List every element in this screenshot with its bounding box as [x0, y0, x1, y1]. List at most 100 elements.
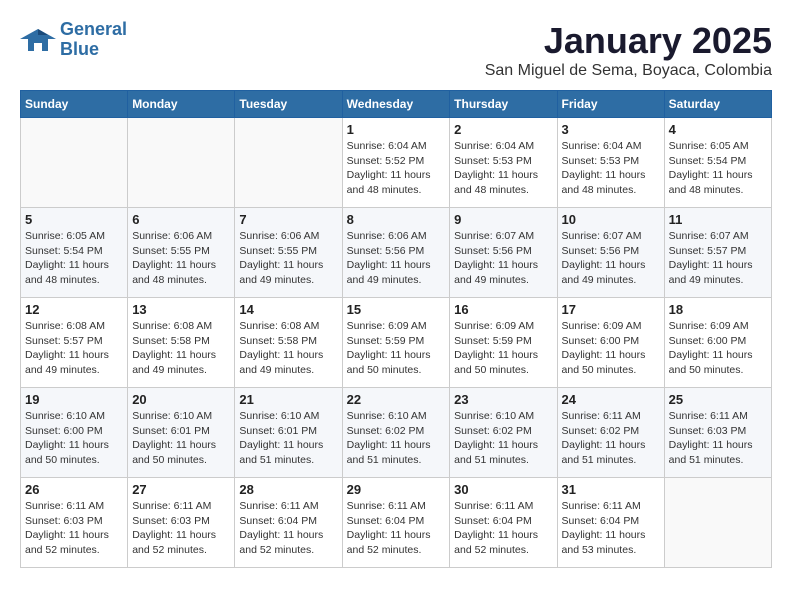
page-header: General Blue January 2025 San Miguel de … [20, 20, 772, 80]
logo: General Blue [20, 20, 127, 60]
day-number: 5 [25, 212, 123, 227]
calendar-week-row: 26 Sunrise: 6:11 AMSunset: 6:03 PMDayligh… [21, 478, 772, 568]
calendar-cell: 29 Sunrise: 6:11 AMSunset: 6:04 PMDayligh… [342, 478, 450, 568]
day-number: 11 [669, 212, 767, 227]
weekday-header: Tuesday [235, 91, 342, 118]
calendar-cell [664, 478, 771, 568]
cell-details: Sunrise: 6:07 AMSunset: 5:56 PMDaylight:… [454, 229, 552, 288]
calendar-cell: 5 Sunrise: 6:05 AMSunset: 5:54 PMDaylight… [21, 208, 128, 298]
day-number: 12 [25, 302, 123, 317]
calendar-cell: 18 Sunrise: 6:09 AMSunset: 6:00 PMDayligh… [664, 298, 771, 388]
calendar-cell: 9Sunrise: 6:07 AMSunset: 5:56 PMDaylight… [450, 208, 557, 298]
calendar-cell: 1Sunrise: 6:04 AMSunset: 5:52 PMDaylight… [342, 118, 450, 208]
cell-details: Sunrise: 6:10 AMSunset: 6:02 PMDaylight:… [454, 409, 552, 468]
day-number: 22 [347, 392, 446, 407]
calendar-week-row: 5 Sunrise: 6:05 AMSunset: 5:54 PMDaylight… [21, 208, 772, 298]
calendar-cell [21, 118, 128, 208]
calendar-cell: 21 Sunrise: 6:10 AMSunset: 6:01 PMDayligh… [235, 388, 342, 478]
calendar-cell: 27 Sunrise: 6:11 AMSunset: 6:03 PMDayligh… [128, 478, 235, 568]
day-number: 21 [239, 392, 337, 407]
calendar-cell: 4 Sunrise: 6:05 AMSunset: 5:54 PMDaylight… [664, 118, 771, 208]
weekday-header: Thursday [450, 91, 557, 118]
day-number: 19 [25, 392, 123, 407]
calendar-cell: 31Sunrise: 6:11 AMSunset: 6:04 PMDayligh… [557, 478, 664, 568]
day-number: 17 [562, 302, 660, 317]
cell-details: Sunrise: 6:10 AMSunset: 6:02 PMDaylight:… [347, 409, 446, 468]
calendar-week-row: 12 Sunrise: 6:08 AMSunset: 5:57 PMDayligh… [21, 298, 772, 388]
cell-details: Sunrise: 6:07 AMSunset: 5:57 PMDaylight:… [669, 229, 767, 288]
calendar-cell: 17 Sunrise: 6:09 AMSunset: 6:00 PMDayligh… [557, 298, 664, 388]
cell-details: Sunrise: 6:04 AMSunset: 5:52 PMDaylight:… [347, 139, 446, 198]
calendar-week-row: 1Sunrise: 6:04 AMSunset: 5:52 PMDaylight… [21, 118, 772, 208]
calendar-cell: 13 Sunrise: 6:08 AMSunset: 5:58 PMDayligh… [128, 298, 235, 388]
weekday-header: Sunday [21, 91, 128, 118]
calendar-cell: 16 Sunrise: 6:09 AMSunset: 5:59 PMDayligh… [450, 298, 557, 388]
cell-details: Sunrise: 6:11 AMSunset: 6:02 PMDaylight:… [562, 409, 660, 468]
day-number: 30 [454, 482, 552, 497]
cell-details: Sunrise: 6:06 AMSunset: 5:55 PMDaylight:… [132, 229, 230, 288]
location-title: San Miguel de Sema, Boyaca, Colombia [485, 62, 772, 80]
calendar-cell [128, 118, 235, 208]
day-number: 14 [239, 302, 337, 317]
day-number: 4 [669, 122, 767, 137]
day-number: 29 [347, 482, 446, 497]
calendar-cell: 12 Sunrise: 6:08 AMSunset: 5:57 PMDayligh… [21, 298, 128, 388]
calendar-cell: 20 Sunrise: 6:10 AMSunset: 6:01 PMDayligh… [128, 388, 235, 478]
cell-details: Sunrise: 6:04 AMSunset: 5:53 PMDaylight:… [562, 139, 660, 198]
calendar-cell: 2Sunrise: 6:04 AMSunset: 5:53 PMDaylight… [450, 118, 557, 208]
calendar-cell: 3Sunrise: 6:04 AMSunset: 5:53 PMDaylight… [557, 118, 664, 208]
day-number: 7 [239, 212, 337, 227]
calendar-cell: 28 Sunrise: 6:11 AMSunset: 6:04 PMDayligh… [235, 478, 342, 568]
cell-details: Sunrise: 6:06 AMSunset: 5:55 PMDaylight:… [239, 229, 337, 288]
calendar-cell: 14Sunrise: 6:08 AMSunset: 5:58 PMDayligh… [235, 298, 342, 388]
calendar-cell: 23 Sunrise: 6:10 AMSunset: 6:02 PMDayligh… [450, 388, 557, 478]
cell-details: Sunrise: 6:08 AMSunset: 5:58 PMDaylight:… [132, 319, 230, 378]
day-number: 8 [347, 212, 446, 227]
day-number: 13 [132, 302, 230, 317]
cell-details: Sunrise: 6:08 AMSunset: 5:57 PMDaylight:… [25, 319, 123, 378]
day-number: 16 [454, 302, 552, 317]
cell-details: Sunrise: 6:09 AMSunset: 5:59 PMDaylight:… [454, 319, 552, 378]
day-number: 20 [132, 392, 230, 407]
calendar-cell: 24Sunrise: 6:11 AMSunset: 6:02 PMDayligh… [557, 388, 664, 478]
cell-details: Sunrise: 6:11 AMSunset: 6:03 PMDaylight:… [132, 499, 230, 558]
cell-details: Sunrise: 6:07 AMSunset: 5:56 PMDaylight:… [562, 229, 660, 288]
logo-icon [20, 25, 56, 55]
day-number: 6 [132, 212, 230, 227]
calendar-cell: 8Sunrise: 6:06 AMSunset: 5:56 PMDaylight… [342, 208, 450, 298]
cell-details: Sunrise: 6:11 AMSunset: 6:04 PMDaylight:… [239, 499, 337, 558]
day-number: 26 [25, 482, 123, 497]
cell-details: Sunrise: 6:10 AMSunset: 6:01 PMDaylight:… [132, 409, 230, 468]
cell-details: Sunrise: 6:11 AMSunset: 6:04 PMDaylight:… [454, 499, 552, 558]
cell-details: Sunrise: 6:10 AMSunset: 6:01 PMDaylight:… [239, 409, 337, 468]
weekday-header: Saturday [664, 91, 771, 118]
calendar-cell: 7 Sunrise: 6:06 AMSunset: 5:55 PMDaylight… [235, 208, 342, 298]
cell-details: Sunrise: 6:11 AMSunset: 6:04 PMDaylight:… [347, 499, 446, 558]
month-title: January 2025 [485, 20, 772, 62]
cell-details: Sunrise: 6:09 AMSunset: 5:59 PMDaylight:… [347, 319, 446, 378]
weekday-header: Wednesday [342, 91, 450, 118]
logo-general: General [60, 19, 127, 39]
calendar-cell [235, 118, 342, 208]
cell-details: Sunrise: 6:05 AMSunset: 5:54 PMDaylight:… [669, 139, 767, 198]
day-number: 23 [454, 392, 552, 407]
cell-details: Sunrise: 6:10 AMSunset: 6:00 PMDaylight:… [25, 409, 123, 468]
calendar-week-row: 19 Sunrise: 6:10 AMSunset: 6:00 PMDayligh… [21, 388, 772, 478]
calendar-cell: 30 Sunrise: 6:11 AMSunset: 6:04 PMDayligh… [450, 478, 557, 568]
logo-blue: Blue [60, 39, 99, 59]
cell-details: Sunrise: 6:09 AMSunset: 6:00 PMDaylight:… [669, 319, 767, 378]
day-number: 18 [669, 302, 767, 317]
day-number: 10 [562, 212, 660, 227]
day-number: 25 [669, 392, 767, 407]
weekday-header: Monday [128, 91, 235, 118]
cell-details: Sunrise: 6:11 AMSunset: 6:03 PMDaylight:… [25, 499, 123, 558]
calendar-table: SundayMondayTuesdayWednesdayThursdayFrid… [20, 90, 772, 568]
cell-details: Sunrise: 6:05 AMSunset: 5:54 PMDaylight:… [25, 229, 123, 288]
title-block: January 2025 San Miguel de Sema, Boyaca,… [485, 20, 772, 80]
calendar-header-row: SundayMondayTuesdayWednesdayThursdayFrid… [21, 91, 772, 118]
cell-details: Sunrise: 6:09 AMSunset: 6:00 PMDaylight:… [562, 319, 660, 378]
day-number: 15 [347, 302, 446, 317]
day-number: 27 [132, 482, 230, 497]
day-number: 28 [239, 482, 337, 497]
cell-details: Sunrise: 6:11 AMSunset: 6:04 PMDaylight:… [562, 499, 660, 558]
